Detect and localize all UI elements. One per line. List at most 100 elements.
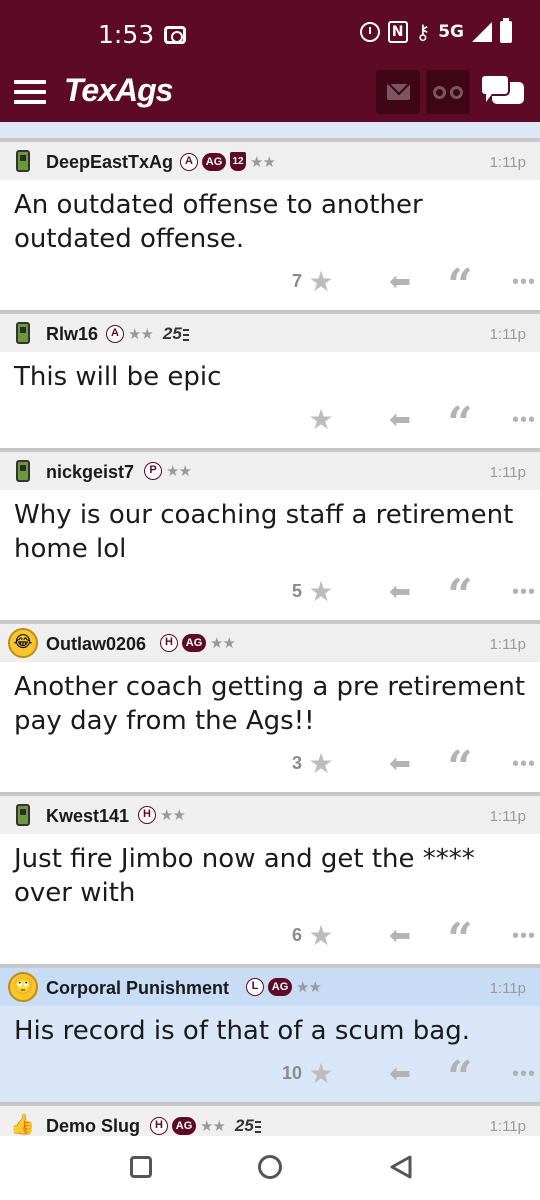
battery-icon	[500, 18, 512, 43]
home-icon[interactable]	[258, 1155, 282, 1179]
hamburger-icon[interactable]	[14, 80, 46, 104]
chat-bubbles-icon[interactable]	[480, 74, 526, 110]
phone-avatar-icon[interactable]	[16, 150, 30, 172]
star-icon[interactable]: ★	[306, 750, 336, 780]
app-root: 1:53 N ⚷ 5G TexAgs DeepEastTxAg A AG 12 ★★ 1:…	[0, 0, 540, 1200]
more-dots-icon[interactable]: •••	[508, 922, 540, 952]
status-bar: 1:53 N ⚷ 5G	[0, 0, 540, 66]
membership-badge: H	[138, 806, 156, 824]
watchlist-button[interactable]	[426, 70, 470, 114]
membership-badge: A	[106, 325, 124, 343]
post-time: 1:11p	[489, 464, 526, 481]
post-text: Just fire Jimbo now and get the **** ove…	[14, 844, 475, 908]
quote-icon[interactable]: “	[444, 402, 476, 446]
post-actions: 10 ★ ⬅ “ •••	[280, 1056, 540, 1100]
post-text: Why is our coaching staff a retirement h…	[14, 500, 514, 564]
post-item: Kwest141 H ★★ 1:11p Just fire Jimbo now and …	[0, 794, 540, 966]
post-actions: 5 ★ ⬅ “ •••	[280, 574, 540, 618]
laughing-emoji-avatar-icon[interactable]: 😂	[8, 628, 38, 658]
star-count: 5	[291, 581, 302, 601]
post-actions: ★ ⬅ “ •••	[280, 402, 540, 446]
key-icon: ⚷	[415, 20, 431, 44]
user-badges: H ★★	[138, 806, 186, 824]
more-dots-icon[interactable]: •••	[508, 750, 540, 780]
rank-stars: ★★	[296, 979, 322, 996]
app-bar: TexAgs	[0, 66, 540, 122]
star-icon[interactable]: ★	[306, 406, 336, 436]
more-dots-icon[interactable]: •••	[508, 1060, 540, 1090]
quote-icon[interactable]: “	[444, 264, 476, 308]
alarm-icon	[359, 22, 380, 42]
post-item: nickgeist7 P ★★ 1:11p Why is our coaching st…	[0, 450, 540, 622]
messages-button[interactable]	[376, 70, 420, 114]
post-username[interactable]: Demo Slug	[46, 1116, 140, 1137]
phone-avatar-icon[interactable]	[16, 322, 30, 344]
recents-icon[interactable]	[130, 1156, 152, 1178]
years-badge: 25	[235, 1116, 261, 1136]
reply-arrow-icon[interactable]: ⬅	[384, 406, 416, 436]
post-actions: 6 ★ ⬅ “ •••	[280, 918, 540, 962]
post-text: This will be epic	[14, 362, 222, 392]
star-icon[interactable]: ★	[306, 268, 336, 298]
years-badge: 25	[163, 324, 189, 344]
signal-icon	[472, 22, 492, 42]
user-badges: H AG ★★	[160, 634, 236, 652]
post-header: 😂 Outlaw0206 H AG ★★ 1:11p	[0, 622, 540, 662]
rolling-eyes-emoji-avatar-icon[interactable]: 🙄	[8, 972, 38, 1002]
more-dots-icon[interactable]: •••	[508, 268, 540, 298]
back-icon[interactable]	[388, 1154, 414, 1180]
phone-avatar-icon[interactable]	[16, 804, 30, 826]
binoculars-icon	[433, 84, 463, 100]
membership-badge: H	[150, 1117, 168, 1135]
post-header: nickgeist7 P ★★ 1:11p	[0, 450, 540, 490]
post-time: 1:11p	[489, 326, 526, 343]
rank-stars: ★★	[210, 635, 236, 652]
post-username[interactable]: nickgeist7	[46, 462, 134, 483]
post-text: An outdated offense to another outdated …	[14, 190, 423, 254]
rank-stars: ★★	[160, 807, 186, 824]
more-dots-icon[interactable]: •••	[508, 578, 540, 608]
post-username[interactable]: DeepEastTxAg	[46, 152, 173, 173]
quote-icon[interactable]: “	[444, 1056, 476, 1100]
post-header: DeepEastTxAg A AG 12 ★★ 1:11p	[0, 140, 540, 180]
more-dots-icon[interactable]: •••	[508, 406, 540, 436]
reply-arrow-icon[interactable]: ⬅	[384, 750, 416, 780]
rank-stars: ★★	[166, 463, 192, 480]
quote-icon[interactable]: “	[444, 574, 476, 618]
post-item: DeepEastTxAg A AG 12 ★★ 1:11p An outdated offe…	[0, 140, 540, 312]
ag-badge: AG	[268, 978, 292, 996]
rank-stars: ★★	[250, 153, 276, 171]
user-badges: A ★★ 25	[106, 324, 189, 344]
star-count: 7	[291, 271, 302, 291]
reply-arrow-icon[interactable]: ⬅	[384, 922, 416, 952]
reply-arrow-icon[interactable]: ⬅	[384, 1060, 416, 1090]
post-item: 😂 Outlaw0206 H AG ★★ 1:11p Another coach getti…	[0, 622, 540, 794]
user-badges: H AG ★★ 25	[150, 1116, 261, 1136]
post-text: Another coach getting a pre retirement p…	[14, 672, 526, 736]
star-count: 10	[281, 1063, 302, 1083]
nfc-icon: N	[387, 21, 408, 43]
post-item: Rlw16 A ★★ 25 1:11p This will be epic ★ ⬅ “ •••	[0, 312, 540, 450]
quote-icon[interactable]: “	[444, 746, 476, 790]
reply-arrow-icon[interactable]: ⬅	[384, 578, 416, 608]
star-icon[interactable]: ★	[306, 578, 336, 608]
post-username[interactable]: Kwest141	[46, 806, 129, 827]
ag-badge: AG	[172, 1117, 196, 1135]
mail-icon	[387, 84, 410, 100]
ag-badge: AG	[182, 634, 206, 652]
post-username[interactable]: Outlaw0206	[46, 634, 146, 655]
quote-icon[interactable]: “	[444, 918, 476, 962]
post-username[interactable]: Corporal Punishment	[46, 978, 229, 999]
post-time: 1:11p	[489, 636, 526, 653]
phone-avatar-icon[interactable]	[16, 460, 30, 482]
post-header: Rlw16 A ★★ 25 1:11p	[0, 312, 540, 352]
shield-badge: 12	[230, 152, 246, 171]
star-icon[interactable]: ★	[306, 1060, 336, 1090]
post-actions: 7 ★ ⬅ “ •••	[280, 264, 540, 308]
post-username[interactable]: Rlw16	[46, 324, 98, 345]
reply-arrow-icon[interactable]: ⬅	[384, 268, 416, 298]
thumbs-up-avatar-icon[interactable]: 👍	[10, 1114, 36, 1138]
app-logo[interactable]: TexAgs	[64, 72, 173, 109]
rank-stars: ★★	[128, 326, 154, 343]
star-icon[interactable]: ★	[306, 922, 336, 952]
